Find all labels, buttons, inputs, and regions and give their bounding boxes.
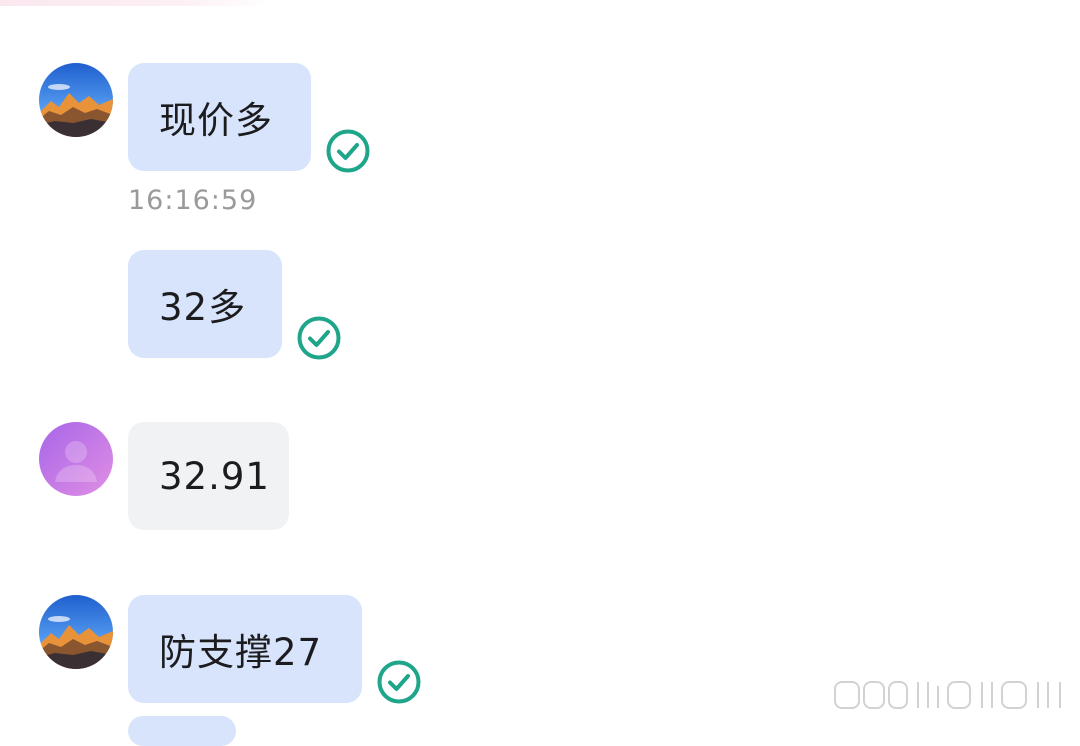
message-text-4: 防支撑27: [159, 631, 323, 674]
mountain-avatar-icon: [39, 63, 113, 137]
message-text-3: 32.91: [159, 454, 270, 498]
message-text-1: 现价多: [159, 99, 273, 142]
contact-avatar[interactable]: [39, 422, 113, 496]
message-bubble-4[interactable]: 防支撑27: [128, 595, 362, 703]
watermark-icon: [834, 681, 1061, 709]
check-circle-icon: [297, 316, 341, 360]
my-avatar[interactable]: [39, 595, 113, 669]
message-bubble-3[interactable]: 32.91: [128, 422, 289, 530]
mountain-avatar-icon: [39, 595, 113, 669]
check-circle-icon: [377, 660, 421, 704]
my-avatar[interactable]: [39, 63, 113, 137]
person-placeholder-icon: [39, 422, 113, 496]
message-text-2: 32多: [159, 286, 247, 329]
message-bubble-1[interactable]: 现价多: [128, 63, 311, 171]
check-circle-icon: [326, 129, 370, 173]
top-fade: [0, 0, 270, 6]
message-timestamp: 16:16:59: [128, 185, 258, 216]
message-bubble-partial[interactable]: [128, 716, 236, 746]
message-bubble-2[interactable]: 32多: [128, 250, 282, 358]
